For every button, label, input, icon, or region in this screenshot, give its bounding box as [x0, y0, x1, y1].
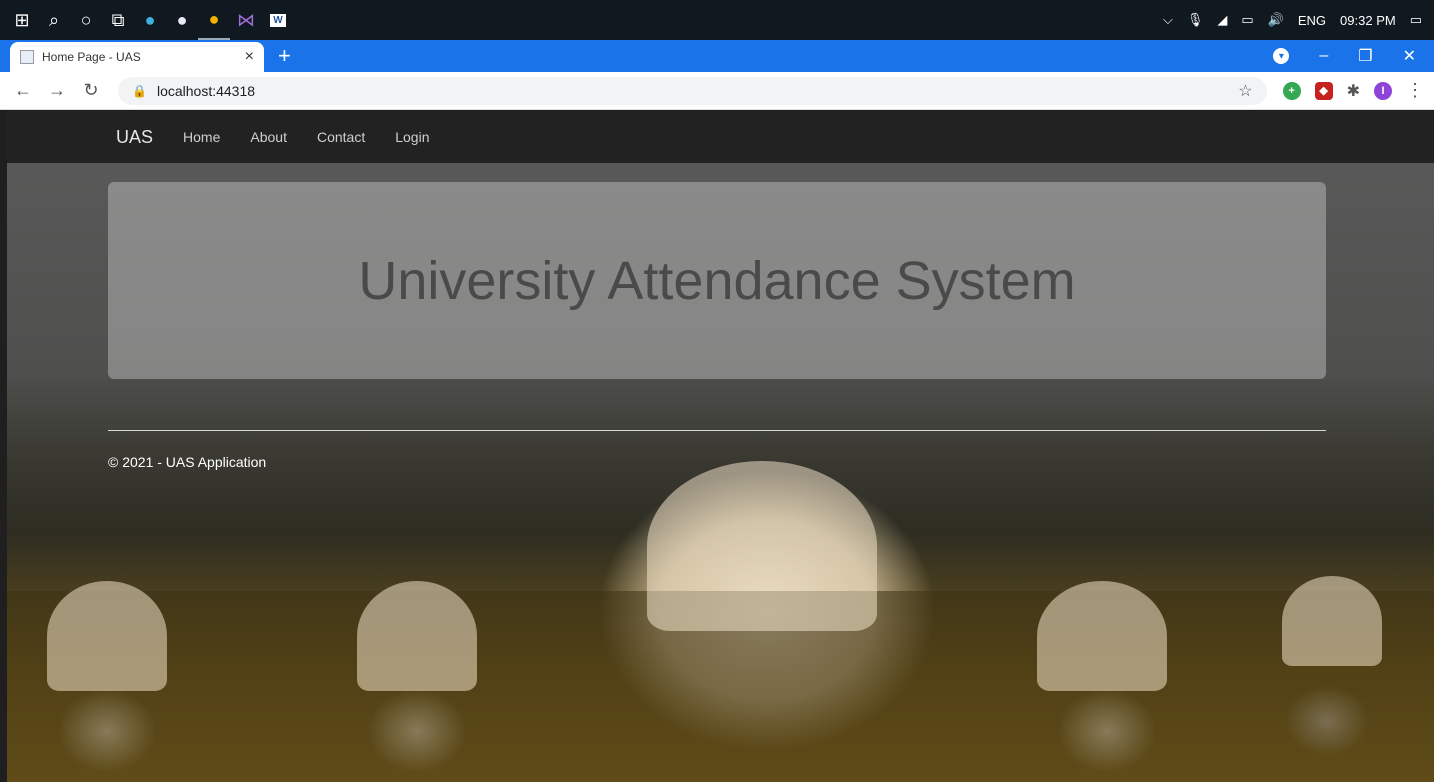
- favicon-icon: [20, 50, 34, 64]
- search-icon[interactable]: ⌕: [38, 0, 70, 40]
- edge-icon[interactable]: ●: [134, 0, 166, 40]
- chevron-up-icon[interactable]: ⌵: [1163, 12, 1173, 28]
- url-text: localhost:44318: [156, 82, 256, 99]
- browser-tab[interactable]: Home Page - UAS ×: [10, 42, 264, 72]
- forward-icon[interactable]: →: [44, 80, 70, 101]
- volume-icon[interactable]: 🔊: [1268, 12, 1284, 28]
- bookmark-star-icon[interactable]: ☆: [1238, 81, 1252, 101]
- chrome-icon[interactable]: ●: [198, 0, 230, 40]
- central-dome-image: [647, 461, 877, 631]
- browser-toolbar: ← → ↻ 🔒 localhost:44318 ☆ + ◆ ✱ I ⋮: [0, 72, 1434, 110]
- close-window-icon[interactable]: ✕: [1403, 46, 1416, 66]
- web-page: UAS Home About Contact Login University …: [7, 111, 1434, 782]
- system-tray: ⌵ 🎙 ◢ ▭ 🔊 ENG 09:32 PM ▭: [1163, 12, 1434, 28]
- visual-studio-icon[interactable]: ⋈: [230, 0, 262, 40]
- chrome-menu-icon[interactable]: ⋮: [1406, 80, 1424, 101]
- lock-icon[interactable]: 🔒: [132, 84, 147, 98]
- microphone-icon[interactable]: 🎙: [1187, 12, 1204, 28]
- footer-divider: [108, 430, 1326, 431]
- right-dome-image: [1037, 581, 1167, 691]
- notifications-icon[interactable]: ▭: [1410, 12, 1422, 28]
- back-icon[interactable]: ←: [10, 80, 36, 101]
- taskbar-apps: ⊞ ⌕ ○ ⧉ ● ● ● ⋈ W: [0, 0, 294, 40]
- language-indicator[interactable]: ENG: [1298, 13, 1326, 28]
- browser-tabstrip: Home Page - UAS × + ▾ – ❐ ✕: [0, 40, 1434, 72]
- extensions-puzzle-icon[interactable]: ✱: [1347, 81, 1360, 101]
- left-center-dome-image: [357, 581, 477, 691]
- windows-taskbar: ⊞ ⌕ ○ ⧉ ● ● ● ⋈ W ⌵ 🎙 ◢ ▭ 🔊 ENG 09:32 PM…: [0, 0, 1434, 40]
- nav-about-link[interactable]: About: [250, 129, 287, 145]
- chrome-profile-menu-icon[interactable]: ▾: [1273, 48, 1290, 64]
- nav-contact-link[interactable]: Contact: [317, 129, 365, 145]
- wifi-icon[interactable]: ◢: [1217, 12, 1227, 28]
- minimize-icon[interactable]: –: [1319, 47, 1328, 65]
- left-dome-image: [47, 581, 167, 691]
- close-tab-icon[interactable]: ×: [245, 48, 254, 66]
- footer-text: © 2021 - UAS Application: [108, 454, 267, 470]
- profile-avatar[interactable]: I: [1374, 81, 1392, 100]
- new-tab-icon[interactable]: +: [278, 43, 291, 69]
- site-navbar: UAS Home About Contact Login: [7, 111, 1434, 163]
- extension-green-icon[interactable]: +: [1282, 81, 1301, 100]
- hero-heading: University Attendance System: [358, 250, 1076, 311]
- nav-login-link[interactable]: Login: [395, 129, 429, 145]
- hero-jumbotron: University Attendance System: [108, 182, 1326, 379]
- restore-icon[interactable]: ❐: [1358, 46, 1372, 66]
- tab-title: Home Page - UAS: [42, 50, 141, 64]
- window-controls: ▾ – ❐ ✕: [1273, 40, 1434, 72]
- task-view-icon[interactable]: ⧉: [102, 0, 134, 40]
- clock[interactable]: 09:32 PM: [1340, 13, 1396, 28]
- address-bar[interactable]: 🔒 localhost:44318 ☆: [118, 76, 1267, 105]
- site-brand-link[interactable]: UAS: [116, 127, 153, 148]
- extensions-area: + ◆ ✱ I ⋮: [1282, 80, 1424, 101]
- far-right-dome-image: [1282, 576, 1382, 666]
- cortana-icon[interactable]: ○: [70, 0, 102, 40]
- app-icon[interactable]: ●: [166, 0, 198, 40]
- battery-icon[interactable]: ▭: [1241, 12, 1253, 28]
- ublock-icon[interactable]: ◆: [1314, 81, 1333, 100]
- windows-icon[interactable]: ⊞: [6, 0, 38, 40]
- nav-home-link[interactable]: Home: [183, 129, 220, 145]
- word-icon[interactable]: W: [262, 0, 294, 40]
- reload-icon[interactable]: ↻: [78, 80, 104, 101]
